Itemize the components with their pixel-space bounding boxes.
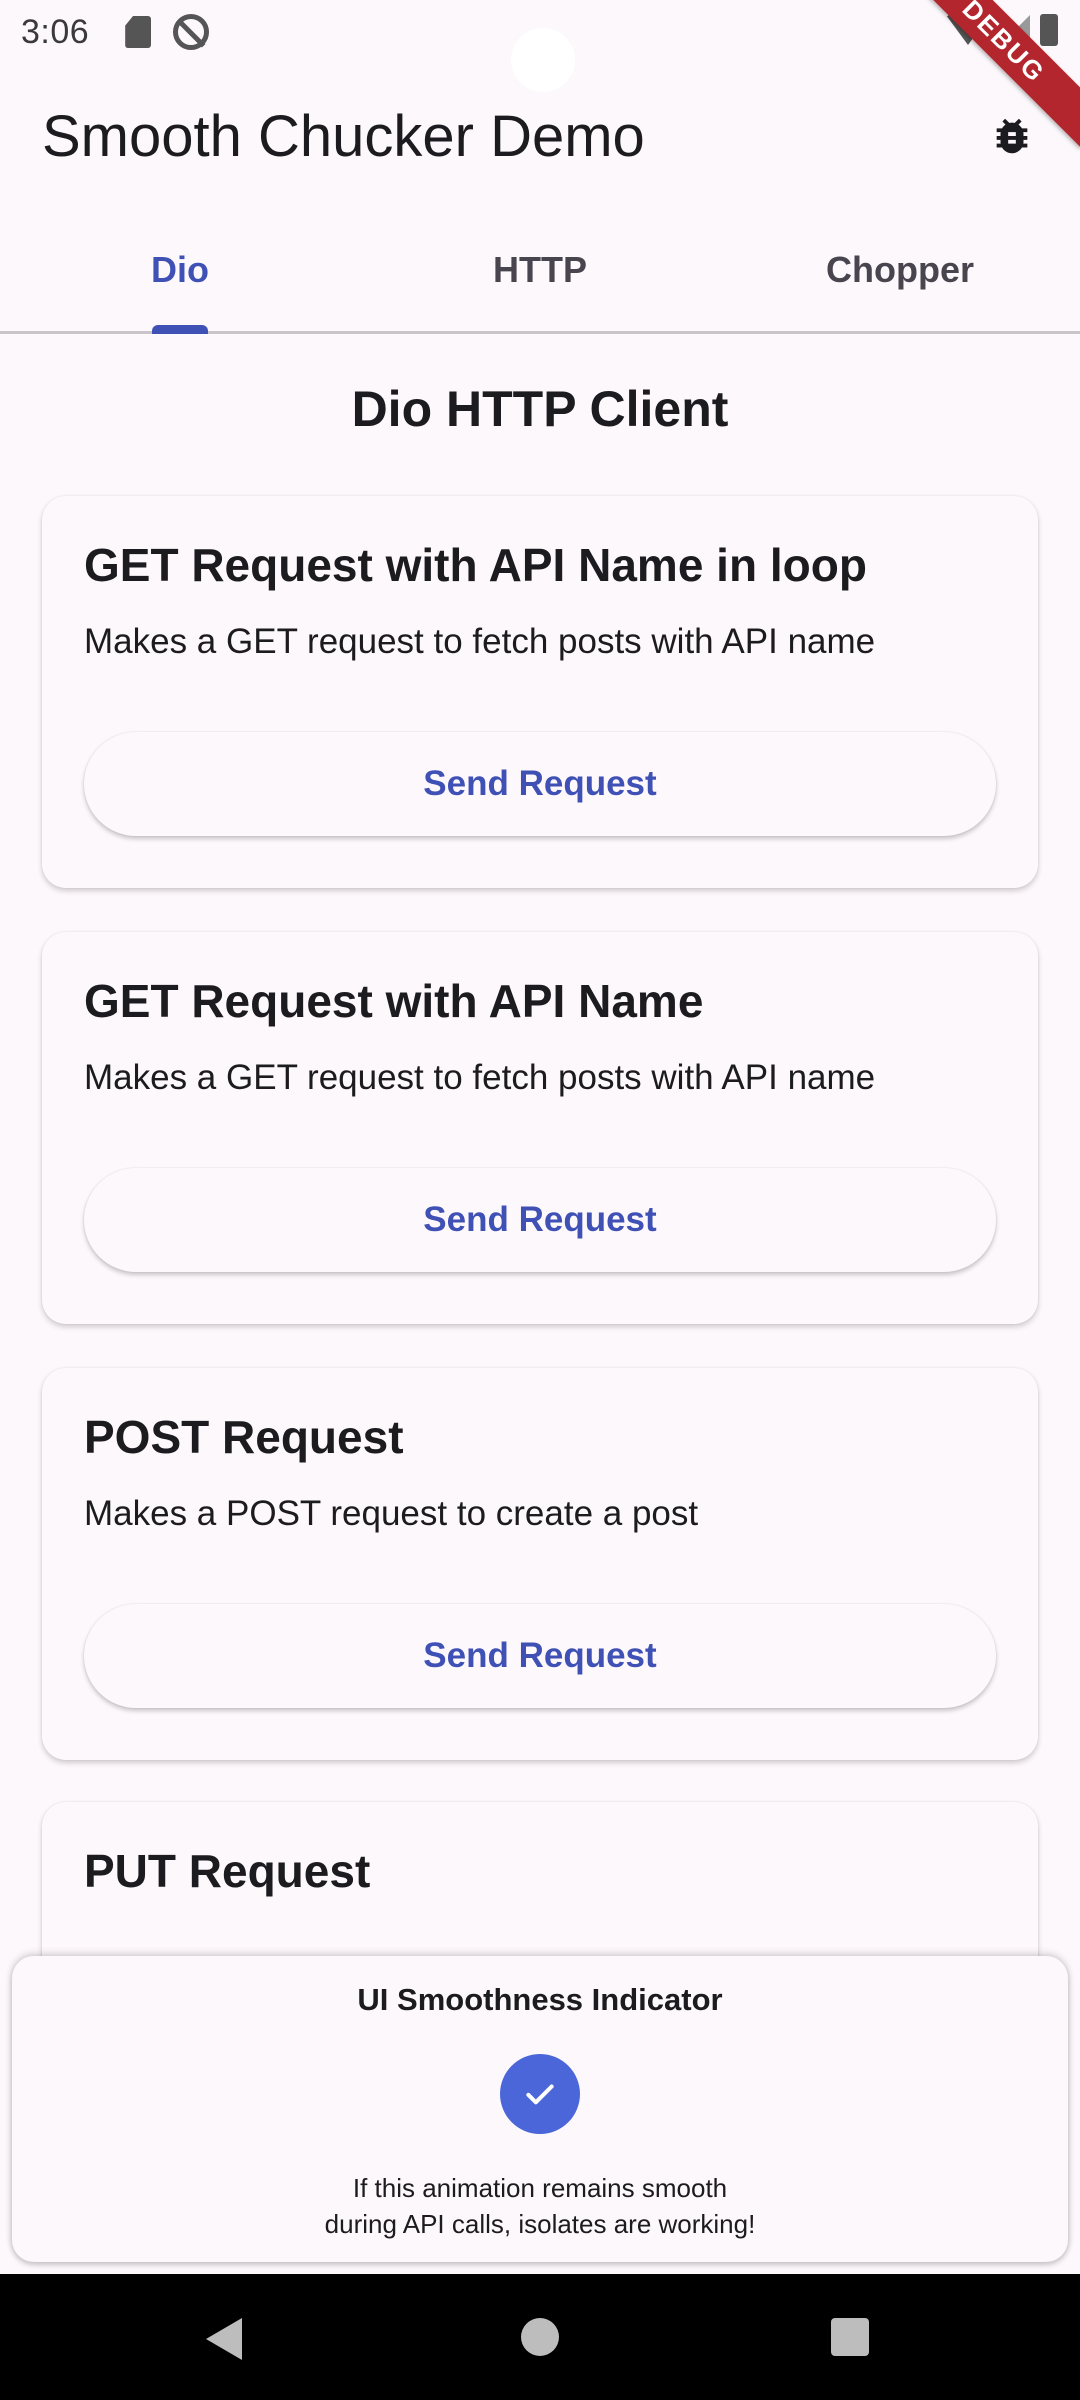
- home-icon[interactable]: [521, 2318, 559, 2356]
- back-icon[interactable]: [206, 2318, 242, 2360]
- card-description: Makes a GET request to fetch posts with …: [84, 1058, 876, 1097]
- status-icons-left: [125, 14, 210, 50]
- tab-dio[interactable]: Dio: [0, 208, 360, 331]
- page-heading: Dio HTTP Client: [351, 381, 729, 437]
- tab-http[interactable]: HTTP: [360, 208, 720, 331]
- app-bar: Smooth Chucker Demo: [0, 64, 1080, 208]
- send-request-button[interactable]: Send Request: [84, 1604, 996, 1708]
- request-card: GET Request with API Name Makes a GET re…: [42, 932, 1038, 1324]
- status-time: 3:06: [21, 12, 90, 51]
- recent-apps-icon[interactable]: [831, 2318, 869, 2356]
- request-card: GET Request with API Name in loop Makes …: [42, 496, 1038, 888]
- tab-bar: Dio HTTP Chopper: [0, 208, 1080, 334]
- sd-card-icon: [125, 16, 152, 48]
- bug-icon[interactable]: [980, 104, 1044, 168]
- smoothness-indicator-panel: UI Smoothness Indicator If this animatio…: [12, 1956, 1068, 2262]
- app-title: Smooth Chucker Demo: [42, 103, 645, 169]
- tab-label: Dio: [151, 248, 209, 290]
- indicator-text: If this animation remains smooth during …: [12, 2170, 1068, 2242]
- check-icon: [500, 2054, 580, 2134]
- check-icon-svg: [526, 2084, 554, 2105]
- tab-chopper[interactable]: Chopper: [720, 208, 1080, 331]
- card-title: POST Request: [84, 1411, 404, 1463]
- tab-label: Chopper: [826, 248, 974, 290]
- do-not-disturb-icon: [173, 14, 210, 50]
- send-request-button[interactable]: Send Request: [84, 1168, 996, 1272]
- tab-label: HTTP: [493, 248, 587, 290]
- card-title: GET Request with API Name in loop: [84, 539, 867, 591]
- bug-icon-svg: [996, 118, 1028, 154]
- send-request-button[interactable]: Send Request: [84, 732, 996, 836]
- tab-indicator: [152, 325, 208, 334]
- card-title: GET Request with API Name: [84, 975, 704, 1027]
- system-nav-bar: [0, 2274, 1080, 2400]
- indicator-text-line: during API calls, isolates are working!: [324, 2209, 756, 2239]
- card-description: Makes a GET request to fetch posts with …: [84, 622, 876, 661]
- battery-icon: [1040, 14, 1058, 46]
- card-title: PUT Request: [84, 1845, 371, 1897]
- indicator-title: UI Smoothness Indicator: [357, 1982, 723, 2017]
- request-card: POST Request Makes a POST request to cre…: [42, 1368, 1038, 1760]
- indicator-text-line: If this animation remains smooth: [352, 2173, 728, 2203]
- card-description: Makes a POST request to create a post: [84, 1494, 699, 1533]
